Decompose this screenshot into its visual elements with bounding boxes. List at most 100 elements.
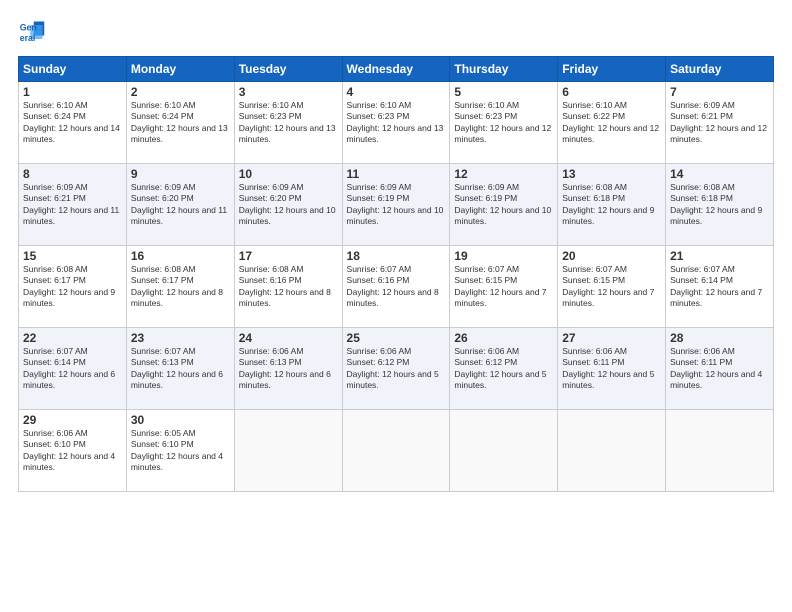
day-info: Sunrise: 6:06 AMSunset: 6:11 PMDaylight:… — [670, 346, 769, 392]
calendar-cell — [342, 410, 450, 492]
calendar-cell: 27Sunrise: 6:06 AMSunset: 6:11 PMDayligh… — [558, 328, 666, 410]
day-number: 3 — [239, 85, 338, 99]
calendar-cell: 26Sunrise: 6:06 AMSunset: 6:12 PMDayligh… — [450, 328, 558, 410]
day-info: Sunrise: 6:09 AMSunset: 6:20 PMDaylight:… — [131, 182, 230, 228]
day-number: 7 — [670, 85, 769, 99]
day-number: 1 — [23, 85, 122, 99]
weekday-header-friday: Friday — [558, 57, 666, 82]
day-info: Sunrise: 6:05 AMSunset: 6:10 PMDaylight:… — [131, 428, 230, 474]
calendar-cell: 5Sunrise: 6:10 AMSunset: 6:23 PMDaylight… — [450, 82, 558, 164]
day-number: 16 — [131, 249, 230, 263]
calendar-cell: 14Sunrise: 6:08 AMSunset: 6:18 PMDayligh… — [666, 164, 774, 246]
day-number: 13 — [562, 167, 661, 181]
day-info: Sunrise: 6:09 AMSunset: 6:21 PMDaylight:… — [23, 182, 122, 228]
day-number: 23 — [131, 331, 230, 345]
day-number: 8 — [23, 167, 122, 181]
day-number: 22 — [23, 331, 122, 345]
day-number: 17 — [239, 249, 338, 263]
logo-icon: Gen eral — [18, 18, 46, 46]
day-info: Sunrise: 6:06 AMSunset: 6:10 PMDaylight:… — [23, 428, 122, 474]
calendar-week-5: 29Sunrise: 6:06 AMSunset: 6:10 PMDayligh… — [19, 410, 774, 492]
day-info: Sunrise: 6:06 AMSunset: 6:12 PMDaylight:… — [347, 346, 446, 392]
calendar-week-1: 1Sunrise: 6:10 AMSunset: 6:24 PMDaylight… — [19, 82, 774, 164]
day-number: 4 — [347, 85, 446, 99]
calendar-cell: 18Sunrise: 6:07 AMSunset: 6:16 PMDayligh… — [342, 246, 450, 328]
calendar-cell: 21Sunrise: 6:07 AMSunset: 6:14 PMDayligh… — [666, 246, 774, 328]
calendar-cell: 30Sunrise: 6:05 AMSunset: 6:10 PMDayligh… — [126, 410, 234, 492]
calendar-cell: 24Sunrise: 6:06 AMSunset: 6:13 PMDayligh… — [234, 328, 342, 410]
day-number: 11 — [347, 167, 446, 181]
calendar-week-2: 8Sunrise: 6:09 AMSunset: 6:21 PMDaylight… — [19, 164, 774, 246]
weekday-header-wednesday: Wednesday — [342, 57, 450, 82]
calendar-cell: 13Sunrise: 6:08 AMSunset: 6:18 PMDayligh… — [558, 164, 666, 246]
day-info: Sunrise: 6:07 AMSunset: 6:13 PMDaylight:… — [131, 346, 230, 392]
calendar-cell — [558, 410, 666, 492]
calendar-cell: 4Sunrise: 6:10 AMSunset: 6:23 PMDaylight… — [342, 82, 450, 164]
calendar-cell: 2Sunrise: 6:10 AMSunset: 6:24 PMDaylight… — [126, 82, 234, 164]
day-info: Sunrise: 6:07 AMSunset: 6:15 PMDaylight:… — [454, 264, 553, 310]
calendar-cell — [450, 410, 558, 492]
day-number: 25 — [347, 331, 446, 345]
calendar-cell — [666, 410, 774, 492]
day-info: Sunrise: 6:09 AMSunset: 6:19 PMDaylight:… — [454, 182, 553, 228]
day-info: Sunrise: 6:09 AMSunset: 6:19 PMDaylight:… — [347, 182, 446, 228]
day-info: Sunrise: 6:06 AMSunset: 6:13 PMDaylight:… — [239, 346, 338, 392]
calendar-cell: 1Sunrise: 6:10 AMSunset: 6:24 PMDaylight… — [19, 82, 127, 164]
day-number: 12 — [454, 167, 553, 181]
day-info: Sunrise: 6:10 AMSunset: 6:22 PMDaylight:… — [562, 100, 661, 146]
day-info: Sunrise: 6:06 AMSunset: 6:11 PMDaylight:… — [562, 346, 661, 392]
day-number: 14 — [670, 167, 769, 181]
calendar-cell: 7Sunrise: 6:09 AMSunset: 6:21 PMDaylight… — [666, 82, 774, 164]
day-info: Sunrise: 6:10 AMSunset: 6:23 PMDaylight:… — [454, 100, 553, 146]
calendar-body: 1Sunrise: 6:10 AMSunset: 6:24 PMDaylight… — [19, 82, 774, 492]
day-info: Sunrise: 6:08 AMSunset: 6:16 PMDaylight:… — [239, 264, 338, 310]
calendar-cell: 23Sunrise: 6:07 AMSunset: 6:13 PMDayligh… — [126, 328, 234, 410]
calendar-week-4: 22Sunrise: 6:07 AMSunset: 6:14 PMDayligh… — [19, 328, 774, 410]
day-info: Sunrise: 6:09 AMSunset: 6:21 PMDaylight:… — [670, 100, 769, 146]
day-number: 15 — [23, 249, 122, 263]
day-number: 24 — [239, 331, 338, 345]
weekday-header-sunday: Sunday — [19, 57, 127, 82]
day-info: Sunrise: 6:09 AMSunset: 6:20 PMDaylight:… — [239, 182, 338, 228]
calendar-cell — [234, 410, 342, 492]
day-number: 19 — [454, 249, 553, 263]
day-info: Sunrise: 6:10 AMSunset: 6:24 PMDaylight:… — [131, 100, 230, 146]
day-number: 2 — [131, 85, 230, 99]
calendar-cell: 10Sunrise: 6:09 AMSunset: 6:20 PMDayligh… — [234, 164, 342, 246]
day-number: 6 — [562, 85, 661, 99]
calendar-cell: 3Sunrise: 6:10 AMSunset: 6:23 PMDaylight… — [234, 82, 342, 164]
calendar-cell: 22Sunrise: 6:07 AMSunset: 6:14 PMDayligh… — [19, 328, 127, 410]
day-info: Sunrise: 6:10 AMSunset: 6:24 PMDaylight:… — [23, 100, 122, 146]
calendar-table: SundayMondayTuesdayWednesdayThursdayFrid… — [18, 56, 774, 492]
calendar-cell: 25Sunrise: 6:06 AMSunset: 6:12 PMDayligh… — [342, 328, 450, 410]
calendar-cell: 29Sunrise: 6:06 AMSunset: 6:10 PMDayligh… — [19, 410, 127, 492]
day-number: 9 — [131, 167, 230, 181]
calendar-cell: 19Sunrise: 6:07 AMSunset: 6:15 PMDayligh… — [450, 246, 558, 328]
calendar-week-3: 15Sunrise: 6:08 AMSunset: 6:17 PMDayligh… — [19, 246, 774, 328]
svg-text:Gen: Gen — [20, 22, 37, 32]
calendar-cell: 28Sunrise: 6:06 AMSunset: 6:11 PMDayligh… — [666, 328, 774, 410]
calendar-cell: 9Sunrise: 6:09 AMSunset: 6:20 PMDaylight… — [126, 164, 234, 246]
weekday-header-tuesday: Tuesday — [234, 57, 342, 82]
day-info: Sunrise: 6:08 AMSunset: 6:18 PMDaylight:… — [562, 182, 661, 228]
day-number: 30 — [131, 413, 230, 427]
day-number: 21 — [670, 249, 769, 263]
calendar-cell: 16Sunrise: 6:08 AMSunset: 6:17 PMDayligh… — [126, 246, 234, 328]
day-info: Sunrise: 6:08 AMSunset: 6:18 PMDaylight:… — [670, 182, 769, 228]
day-info: Sunrise: 6:07 AMSunset: 6:16 PMDaylight:… — [347, 264, 446, 310]
day-number: 26 — [454, 331, 553, 345]
header: Gen eral — [18, 18, 774, 46]
day-info: Sunrise: 6:07 AMSunset: 6:14 PMDaylight:… — [670, 264, 769, 310]
day-info: Sunrise: 6:07 AMSunset: 6:14 PMDaylight:… — [23, 346, 122, 392]
day-number: 20 — [562, 249, 661, 263]
day-info: Sunrise: 6:10 AMSunset: 6:23 PMDaylight:… — [239, 100, 338, 146]
day-number: 18 — [347, 249, 446, 263]
weekday-header-thursday: Thursday — [450, 57, 558, 82]
day-info: Sunrise: 6:07 AMSunset: 6:15 PMDaylight:… — [562, 264, 661, 310]
calendar-cell: 6Sunrise: 6:10 AMSunset: 6:22 PMDaylight… — [558, 82, 666, 164]
calendar-cell: 12Sunrise: 6:09 AMSunset: 6:19 PMDayligh… — [450, 164, 558, 246]
day-number: 27 — [562, 331, 661, 345]
day-number: 10 — [239, 167, 338, 181]
logo: Gen eral — [18, 18, 50, 46]
calendar-cell: 17Sunrise: 6:08 AMSunset: 6:16 PMDayligh… — [234, 246, 342, 328]
